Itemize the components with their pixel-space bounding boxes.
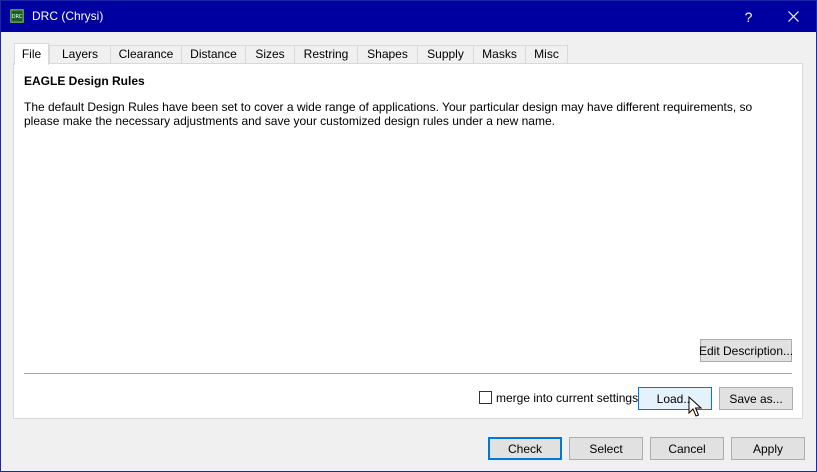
merge-checkbox[interactable] — [479, 391, 492, 404]
title-bar[interactable]: DRC DRC (Chrysi) ? — [1, 1, 816, 32]
tab-shapes[interactable]: Shapes — [357, 45, 418, 64]
tab-supply[interactable]: Supply — [417, 45, 474, 64]
design-rules-title: EAGLE Design Rules — [24, 74, 145, 88]
edit-description-button[interactable]: Edit Description... — [699, 339, 793, 362]
help-button[interactable]: ? — [726, 1, 771, 32]
tab-masks[interactable]: Masks — [473, 45, 526, 64]
tab-file[interactable]: File — [14, 43, 49, 65]
window-title: DRC (Chrysi) — [32, 9, 104, 23]
save-as-button[interactable]: Save as... — [719, 387, 793, 410]
close-button[interactable] — [771, 1, 816, 32]
mouse-pointer-icon — [688, 396, 702, 417]
tab-misc[interactable]: Misc — [525, 45, 568, 64]
tab-distance[interactable]: Distance — [181, 45, 246, 64]
design-rules-description: The default Design Rules have been set t… — [24, 100, 753, 128]
apply-button[interactable]: Apply — [731, 437, 805, 460]
tab-clearance[interactable]: Clearance — [110, 45, 182, 64]
separator-line — [24, 373, 792, 374]
tab-restring[interactable]: Restring — [294, 45, 358, 64]
close-icon — [788, 11, 799, 22]
file-tab-panel: EAGLE Design Rules The default Design Ru… — [13, 63, 803, 419]
help-icon: ? — [744, 8, 753, 25]
drc-app-icon: DRC — [10, 9, 24, 23]
check-button[interactable]: Check — [488, 437, 562, 460]
merge-checkbox-label[interactable]: merge into current settings — [496, 391, 638, 405]
cancel-button[interactable]: Cancel — [650, 437, 724, 460]
tab-sizes[interactable]: Sizes — [245, 45, 295, 64]
svg-text:DRC: DRC — [12, 14, 23, 20]
select-button[interactable]: Select — [569, 437, 643, 460]
tab-layers[interactable]: Layers — [49, 45, 111, 64]
